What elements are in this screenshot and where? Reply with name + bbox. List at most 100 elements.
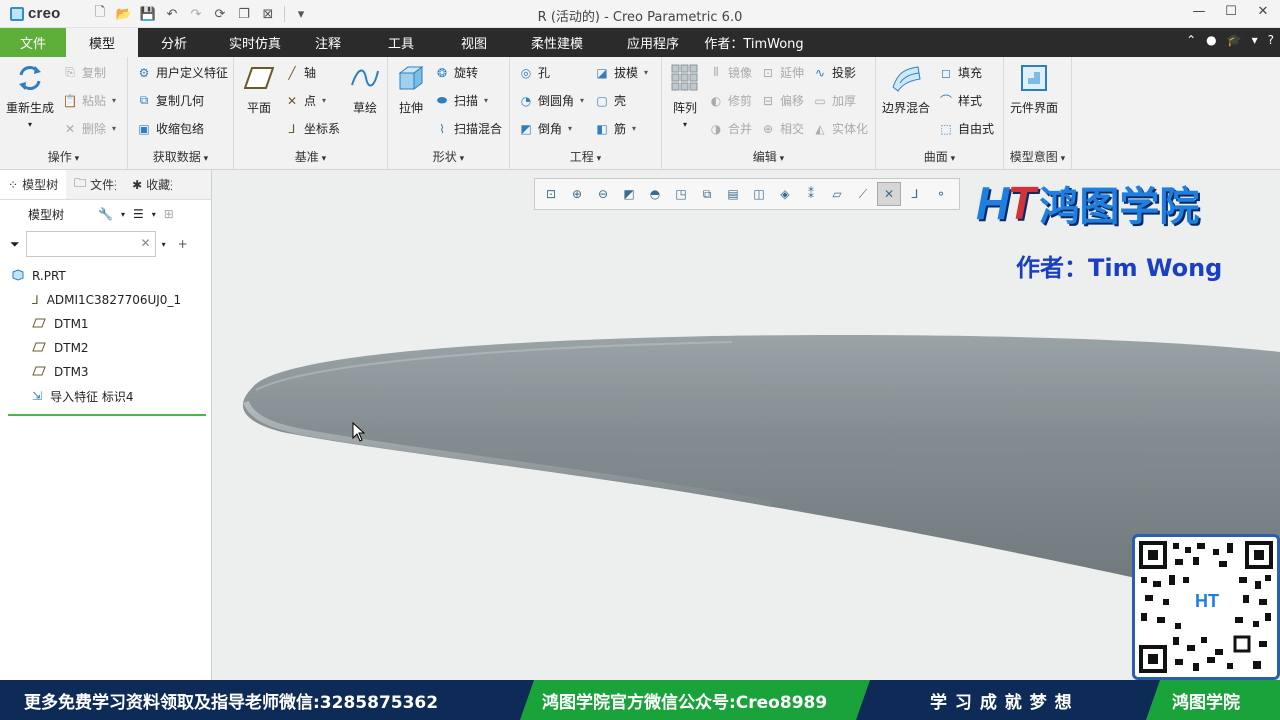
tree-filter-icon[interactable]: ⊞ [164, 207, 174, 221]
saved-orientations-icon[interactable]: ◳ [669, 182, 693, 206]
hole-button[interactable]: ◎ 孔 [518, 64, 550, 81]
annotation-display-icon[interactable]: ⚬ [929, 182, 953, 206]
rib-dropdown-icon[interactable]: ▾ [632, 124, 636, 133]
regenerate-button[interactable]: 重新生成 ▾ [6, 61, 54, 129]
draft-dropdown-icon[interactable]: ▾ [644, 68, 648, 77]
show-dropdown-icon[interactable]: ▾ [152, 210, 156, 219]
tree-node-dtm2[interactable]: DTM2 [0, 336, 211, 360]
mirror-button[interactable]: ⫴ 镜像 [708, 64, 752, 81]
shell-button[interactable]: ▢ 壳 [594, 92, 626, 109]
group-label-shapes[interactable]: 形状 [388, 148, 509, 165]
style-button[interactable]: ⌒ 样式 [938, 92, 982, 109]
close-icon[interactable]: ✕ [1254, 4, 1272, 19]
boundary-blend-button[interactable]: 边界混合 [882, 61, 930, 116]
graphics-window[interactable]: ⊡ ⊕ ⊖ ◩ ◓ ◳ ⧉ ▤ ◫ ◈ ⁑ ▱ ⟋ ✕ ⅃ ⚬ HT 鸿图学院 … [212, 170, 1280, 680]
tree-settings-icon[interactable]: 🔧 [98, 207, 113, 221]
tab-applications[interactable]: 应用程序 [612, 28, 694, 57]
point-button[interactable]: ✕ 点 ▾ [284, 92, 326, 109]
show-icon[interactable]: ☰ [133, 207, 144, 221]
extend-button[interactable]: ⊡ 延伸 [760, 64, 804, 81]
tab-analysis[interactable]: 分析 [138, 28, 210, 57]
paste-button[interactable]: 📋 粘贴 ▾ [62, 92, 117, 109]
plane-display-icon[interactable]: ▱ [825, 182, 849, 206]
axis-display-icon[interactable]: ⟋ [851, 182, 875, 206]
user-icon[interactable]: ● [1206, 33, 1216, 47]
revolve-button[interactable]: ❂ 旋转 [434, 64, 478, 81]
tab-file[interactable]: 文件 [0, 28, 66, 57]
tree-node-csys[interactable]: ⅃ ADMI1C3827706UJ0_1 [0, 288, 211, 312]
csys-display-icon[interactable]: ⅃ [903, 182, 927, 206]
perspective-icon[interactable]: ▤ [721, 182, 745, 206]
section-icon[interactable]: ◫ [747, 182, 771, 206]
round-button[interactable]: ◔ 倒圆角 ▾ [518, 92, 584, 109]
tab-model-tree[interactable]: ⁘ 模型树 [0, 170, 67, 199]
delete-dropdown-icon[interactable]: ▾ [112, 124, 116, 133]
copy-geometry-button[interactable]: ⧉ 复制几何 [136, 92, 204, 109]
tab-annotate[interactable]: 注释 [300, 28, 356, 57]
sweep-button[interactable]: ⬬ 扫描 ▾ [434, 92, 488, 109]
appearance-icon[interactable]: ◈ [773, 182, 797, 206]
clear-search-icon[interactable]: ✕ [141, 236, 151, 250]
group-label-operations[interactable]: 操作 [0, 148, 127, 165]
freestyle-button[interactable]: ⬚ 自由式 [938, 120, 994, 137]
group-label-surfaces[interactable]: 曲面 [876, 148, 1003, 165]
merge-button[interactable]: ◑ 合并 [708, 120, 752, 137]
delete-button[interactable]: ✕ 删除 ▾ [62, 120, 116, 137]
minimize-icon[interactable]: — [1190, 4, 1208, 19]
group-label-datum[interactable]: 基准 [234, 148, 387, 165]
sketch-button[interactable]: 草绘 [348, 61, 382, 116]
tab-favorites[interactable]: ✱收藏夹 [124, 170, 180, 199]
solidify-button[interactable]: ◭ 实体化 [812, 120, 868, 137]
chamfer-button[interactable]: ◩ 倒角 ▾ [518, 120, 572, 137]
tab-view[interactable]: 视图 [446, 28, 502, 57]
help-icon[interactable]: ? [1268, 33, 1274, 47]
tree-search-input[interactable] [25, 231, 156, 257]
chamfer-dropdown-icon[interactable]: ▾ [568, 124, 572, 133]
plane-button[interactable]: 平面 [242, 61, 276, 116]
draft-button[interactable]: ◪ 拔模 ▾ [594, 64, 648, 81]
thicken-button[interactable]: ▭ 加厚 [812, 92, 856, 109]
group-label-engineering[interactable]: 工程 [510, 148, 661, 165]
regenerate-dropdown-icon[interactable]: ▾ [28, 120, 32, 129]
pattern-dropdown-icon[interactable]: ▾ [683, 120, 687, 129]
shrinkwrap-button[interactable]: ▣ 收缩包络 [136, 120, 204, 137]
collapse-ribbon-icon[interactable]: ⌃ [1186, 33, 1196, 47]
point-dropdown-icon[interactable]: ▾ [322, 96, 326, 105]
filter-icon[interactable]: ⏷ [10, 237, 20, 252]
trim-button[interactable]: ◐ 修剪 [708, 92, 752, 109]
offset-button[interactable]: ⊟ 偏移 [760, 92, 804, 109]
project-button[interactable]: ∿ 投影 [812, 64, 856, 81]
maximize-icon[interactable]: ☐ [1222, 4, 1240, 19]
zoom-out-icon[interactable]: ⊖ [591, 182, 615, 206]
round-dropdown-icon[interactable]: ▾ [580, 96, 584, 105]
tab-folder-browser[interactable]: 🗀文件夹 [66, 170, 124, 199]
paste-dropdown-icon[interactable]: ▾ [112, 96, 116, 105]
sweep-blend-button[interactable]: ⌇ 扫描混合 [434, 120, 502, 137]
insert-indicator[interactable] [8, 414, 206, 416]
copy-button[interactable]: ⎘ 复制 [62, 64, 106, 81]
tree-node-import-feature[interactable]: ⇲ 导入特征 标识4 [0, 384, 211, 408]
zoom-in-icon[interactable]: ⊕ [565, 182, 589, 206]
tab-model[interactable]: 模型 [66, 28, 138, 57]
tab-tools[interactable]: 工具 [356, 28, 446, 57]
rib-button[interactable]: ◧ 筋 ▾ [594, 120, 636, 137]
tab-flexible-modeling[interactable]: 柔性建模 [502, 28, 612, 57]
group-label-editing[interactable]: 编辑 [662, 148, 875, 165]
tab-author[interactable]: 作者：TimWong [694, 28, 814, 57]
tree-node-root[interactable]: R.PRT [0, 264, 211, 288]
udf-button[interactable]: ⚙ 用户定义特征 [136, 64, 228, 81]
intersect-button[interactable]: ⊕ 相交 [760, 120, 804, 137]
group-label-get-data[interactable]: 获取数据 [128, 148, 233, 165]
fill-button[interactable]: ◻ 填充 [938, 64, 982, 81]
repaint-icon[interactable]: ◩ [617, 182, 641, 206]
view-manager-icon[interactable]: ⧉ [695, 182, 719, 206]
tree-node-dtm1[interactable]: DTM1 [0, 312, 211, 336]
refit-icon[interactable]: ⊡ [539, 182, 563, 206]
add-filter-icon[interactable]: + [178, 237, 188, 251]
group-label-model-intent[interactable]: 模型意图 [1004, 148, 1071, 165]
community-icon[interactable]: 🎓 [1227, 33, 1242, 47]
search-dropdown-icon[interactable]: ▾ [162, 240, 166, 249]
point-display-icon[interactable]: ✕ [877, 182, 901, 206]
tab-live-simulation[interactable]: 实时仿真 [210, 28, 300, 57]
display-style-icon[interactable]: ◓ [643, 182, 667, 206]
